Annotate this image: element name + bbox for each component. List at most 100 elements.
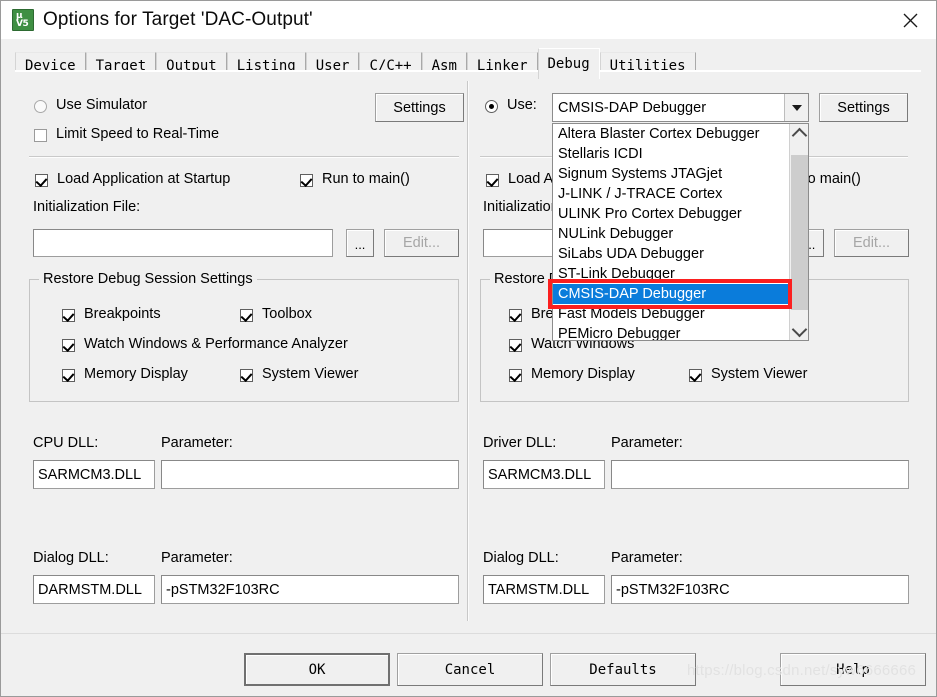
scrollbar-thumb[interactable] [791, 155, 808, 310]
debugger-combo-value: CMSIS-DAP Debugger [558, 99, 707, 116]
right-dialog-parameter-label: Parameter: [611, 550, 683, 566]
debugger-dropdown-list[interactable]: Altera Blaster Cortex Debugger Stellaris … [552, 123, 809, 341]
left-restore-sysviewer-label: System Viewer [262, 366, 359, 382]
left-separator-hl [29, 157, 459, 158]
checkbox-indicator [35, 174, 48, 187]
right-dialog-dll-input[interactable]: TARMSTM.DLL [483, 575, 605, 604]
left-load-application-checkbox[interactable] [35, 174, 48, 191]
checkbox-indicator [62, 369, 75, 382]
options-dialog: µ V5 Options for Target 'DAC-Output' Devi… [0, 0, 937, 697]
left-restore-breakpoints-checkbox[interactable] [62, 309, 75, 326]
left-settings-button[interactable]: Settings [375, 93, 464, 122]
right-restore-sysviewer-checkbox[interactable] [689, 369, 702, 386]
watermark-text: https://blog.csdn.net/syw6666666 [687, 662, 917, 679]
left-restore-sysviewer-checkbox[interactable] [240, 369, 253, 386]
dropdown-option[interactable]: NULink Debugger [553, 224, 789, 244]
left-dialog-parameter-label: Parameter: [161, 550, 233, 566]
debugger-combo[interactable]: CMSIS-DAP Debugger [552, 93, 809, 122]
dropdown-option[interactable]: CMSIS-DAP Debugger [553, 284, 789, 304]
combo-arrow-button[interactable] [784, 94, 808, 121]
scroll-up-button[interactable] [790, 124, 808, 143]
left-dialog-dll-label: Dialog DLL: [33, 550, 109, 566]
left-run-to-main-checkbox[interactable] [300, 174, 313, 191]
left-restore-breakpoints-label: Breakpoints [84, 306, 161, 322]
driver-dll-label: Driver DLL: [483, 435, 557, 451]
chevron-down-icon [791, 321, 808, 337]
tab-debug[interactable]: Debug [537, 48, 600, 79]
right-restore-watch-checkbox[interactable] [509, 339, 522, 356]
use-simulator-label: Use Simulator [56, 97, 148, 113]
cpu-dll-input[interactable]: SARMCM3.DLL [33, 460, 155, 489]
left-restore-memory-label: Memory Display [84, 366, 188, 382]
use-debugger-label: Use: [507, 97, 537, 113]
title-bar: µ V5 Options for Target 'DAC-Output' [1, 1, 936, 39]
left-restore-toolbox-checkbox[interactable] [240, 309, 253, 326]
right-restore-breakpoints-checkbox[interactable] [509, 309, 522, 326]
checkbox-indicator [34, 129, 47, 142]
driver-parameter-label: Parameter: [611, 435, 683, 451]
left-restore-memory-checkbox[interactable] [62, 369, 75, 386]
radio-indicator [485, 100, 498, 113]
left-restore-watch-label: Watch Windows & Performance Analyzer [84, 336, 348, 352]
checkbox-indicator [486, 174, 499, 187]
left-dialog-parameter-input[interactable]: -pSTM32F103RC [161, 575, 459, 604]
use-debugger-radio[interactable] [485, 100, 498, 117]
checkbox-indicator [689, 369, 702, 382]
keil-uvision-icon: µ V5 [12, 9, 34, 31]
driver-parameter-input[interactable] [611, 460, 909, 489]
footer-separator [1, 633, 936, 634]
chevron-down-icon [791, 104, 802, 111]
dropdown-option[interactable]: Stellaris ICDI [553, 144, 789, 164]
right-dialog-dll-label: Dialog DLL: [483, 550, 559, 566]
right-load-application-checkbox[interactable] [486, 174, 499, 191]
dropdown-option-list[interactable]: Altera Blaster Cortex Debugger Stellaris … [553, 124, 789, 340]
cpu-dll-label: CPU DLL: [33, 435, 99, 451]
right-restore-sysviewer-label: System Viewer [711, 366, 808, 382]
limit-speed-label: Limit Speed to Real-Time [56, 126, 220, 142]
close-icon [903, 13, 917, 27]
left-init-file-label: Initialization File: [33, 199, 141, 215]
driver-dll-input[interactable]: SARMCM3.DLL [483, 460, 605, 489]
dropdown-option[interactable]: ULINK Pro Cortex Debugger [553, 204, 789, 224]
right-restore-memory-checkbox[interactable] [509, 369, 522, 386]
left-dialog-dll-input[interactable]: DARMSTM.DLL [33, 575, 155, 604]
close-button[interactable] [884, 1, 936, 39]
chevron-up-icon [791, 127, 808, 143]
left-run-to-main-label: Run to main() [322, 171, 410, 187]
checkbox-indicator [300, 174, 313, 187]
checkbox-indicator [62, 309, 75, 322]
ok-button[interactable]: OK [244, 653, 390, 686]
left-restore-toolbox-label: Toolbox [262, 306, 312, 322]
left-browse-button[interactable]: ... [346, 229, 374, 257]
dropdown-scrollbar[interactable] [789, 124, 808, 340]
checkbox-indicator [62, 339, 75, 352]
dropdown-option[interactable]: J-LINK / J-TRACE Cortex [553, 184, 789, 204]
left-init-file-input[interactable] [33, 229, 333, 257]
right-settings-button[interactable]: Settings [819, 93, 908, 122]
cpu-parameter-label: Parameter: [161, 435, 233, 451]
checkbox-indicator [509, 309, 522, 322]
right-edit-button: Edit... [834, 229, 909, 257]
left-restore-group-title: Restore Debug Session Settings [39, 271, 257, 287]
radio-indicator [34, 100, 47, 113]
use-simulator-radio[interactable] [34, 100, 47, 117]
cpu-parameter-input[interactable] [161, 460, 459, 489]
dropdown-option[interactable]: PEMicro Debugger [553, 324, 789, 340]
dropdown-option[interactable]: Fast Models Debugger [553, 304, 789, 324]
limit-speed-checkbox[interactable] [34, 129, 47, 146]
checkbox-indicator [240, 309, 253, 322]
dropdown-option[interactable]: SiLabs UDA Debugger [553, 244, 789, 264]
cancel-button[interactable]: Cancel [397, 653, 543, 686]
dropdown-option[interactable]: Signum Systems JTAGjet [553, 164, 789, 184]
checkbox-indicator [240, 369, 253, 382]
defaults-button[interactable]: Defaults [550, 653, 696, 686]
scroll-down-button[interactable] [790, 321, 808, 340]
left-edit-button: Edit... [384, 229, 459, 257]
dropdown-option[interactable]: ST-Link Debugger [553, 264, 789, 284]
dropdown-option[interactable]: Altera Blaster Cortex Debugger [553, 124, 789, 144]
right-dialog-parameter-input[interactable]: -pSTM32F103RC [611, 575, 909, 604]
right-restore-memory-label: Memory Display [531, 366, 635, 382]
left-load-application-label: Load Application at Startup [57, 171, 231, 187]
checkbox-indicator [509, 339, 522, 352]
left-restore-watch-checkbox[interactable] [62, 339, 75, 356]
